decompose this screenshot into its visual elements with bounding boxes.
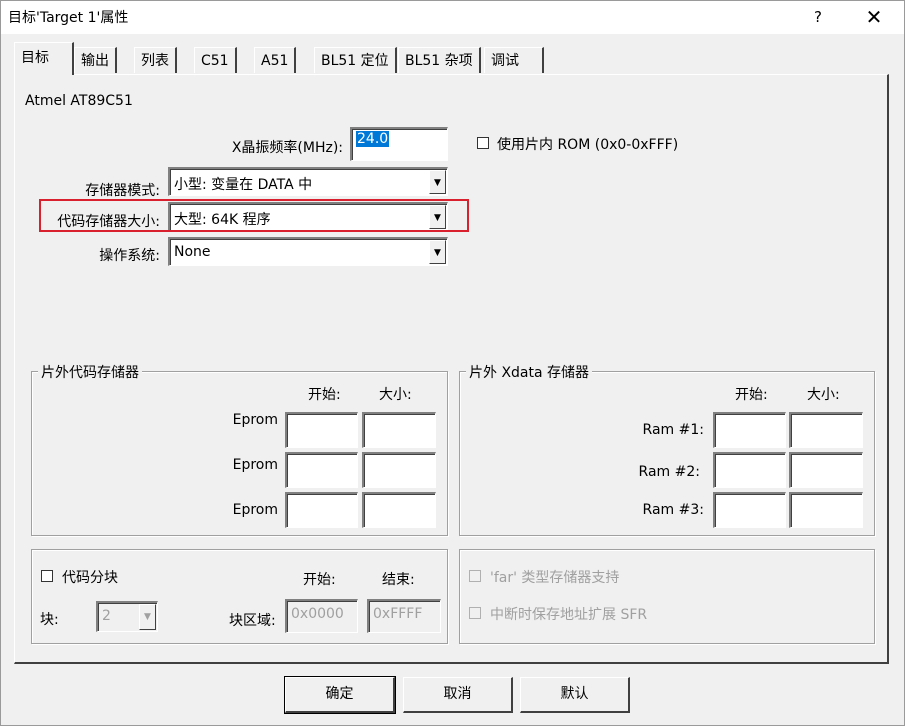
offchip-xdata-size-header: 大小: (807, 387, 840, 403)
ram3-label: Ram #3: (642, 502, 704, 518)
options-group (459, 549, 875, 644)
offchip-code-title: 片外代码存储器 (38, 362, 142, 382)
tab-a51[interactable]: A51 (254, 47, 297, 73)
far-memory-checkbox[interactable] (469, 570, 481, 582)
memory-model-value: 小型: 变量在 DATA 中 (174, 177, 313, 193)
eprom-label: Eprom (232, 412, 278, 428)
code-banking-label: 代码分块 (62, 570, 118, 586)
save-sfr-checkbox[interactable] (469, 607, 481, 619)
offchip-code-size-header: 大小: (379, 387, 412, 403)
xtal-value: 24.0 (356, 131, 390, 147)
tab-bl51-locate[interactable]: BL51 定位 (314, 47, 397, 73)
eprom2-size-input[interactable] (362, 452, 436, 488)
ram1-size-input[interactable] (789, 412, 863, 448)
eprom2-start-input[interactable] (285, 452, 358, 488)
banks-label: 块: (40, 612, 59, 628)
banks-value: 2 (102, 608, 111, 624)
ram1-start-input[interactable] (713, 412, 786, 448)
ram3-size-input[interactable] (789, 492, 863, 528)
device-name: Atmel AT89C51 (25, 93, 133, 109)
xtal-input[interactable]: 24.0 (350, 127, 448, 161)
eprom3-start-input[interactable] (285, 492, 358, 528)
memory-model-label: 存储器模式: (85, 183, 160, 199)
far-memory-label: 'far' 类型存储器支持 (490, 570, 620, 586)
tab-target[interactable]: 目标 (14, 42, 74, 75)
code-banking-checkbox[interactable] (41, 570, 53, 582)
ram3-start-input[interactable] (713, 492, 786, 528)
bank-area-start-input[interactable]: 0x0000 (285, 599, 358, 633)
offchip-code-start-header: 开始: (308, 387, 341, 403)
eprom1-size-input[interactable] (362, 412, 436, 448)
defaults-button[interactable]: 默认 (520, 677, 630, 713)
tab-listing[interactable]: 列表 (134, 47, 177, 73)
highlight-box (39, 199, 469, 232)
tab-bl51-misc[interactable]: BL51 杂项 (398, 47, 481, 73)
bank-area-label: 块区域: (229, 613, 276, 629)
xtal-label: X晶振频率(MHz): (231, 140, 343, 156)
tab-c51[interactable]: C51 (194, 47, 237, 73)
bank-start-header: 开始: (303, 572, 336, 588)
bank-end-header: 结束: (382, 572, 415, 588)
offchip-xdata-title: 片外 Xdata 存储器 (466, 362, 593, 382)
bank-area-end-input[interactable]: 0xFFFF (367, 599, 441, 633)
os-label: 操作系统: (99, 248, 160, 264)
memory-model-select[interactable]: 小型: 变量在 DATA 中 ▼ (168, 167, 448, 196)
os-select[interactable]: None ▼ (168, 237, 448, 266)
chevron-down-icon[interactable]: ▼ (139, 604, 156, 630)
use-onchip-rom-checkbox[interactable] (477, 137, 489, 149)
ram2-size-input[interactable] (789, 452, 863, 488)
os-value: None (174, 244, 211, 260)
eprom3-size-input[interactable] (362, 492, 436, 528)
offchip-xdata-start-header: 开始: (735, 387, 768, 403)
save-sfr-label: 中断时保存地址扩展 SFR (490, 607, 648, 623)
close-button[interactable]: ✕ (852, 4, 896, 30)
ram1-label: Ram #1: (642, 422, 704, 438)
window-title: 目标'Target 1'属性 (8, 10, 129, 26)
chevron-down-icon[interactable]: ▼ (429, 240, 446, 264)
use-onchip-rom-label: 使用片内 ROM (0x0-0xFFF) (497, 137, 679, 153)
ram2-start-input[interactable] (713, 452, 786, 488)
chevron-down-icon[interactable]: ▼ (429, 170, 446, 194)
cancel-button[interactable]: 取消 (403, 677, 513, 713)
eprom-label: Eprom (232, 502, 278, 518)
ok-button[interactable]: 确定 (284, 676, 396, 714)
tab-debug[interactable]: 调试 (484, 47, 544, 73)
eprom-label: Eprom (232, 457, 278, 473)
banks-select[interactable]: 2 ▼ (96, 601, 158, 632)
ram2-label: Ram #2: (638, 464, 700, 480)
title-bar (0, 0, 905, 34)
eprom1-start-input[interactable] (285, 412, 358, 448)
tab-output[interactable]: 输出 (74, 47, 117, 73)
help-button[interactable]: ? (803, 4, 833, 30)
